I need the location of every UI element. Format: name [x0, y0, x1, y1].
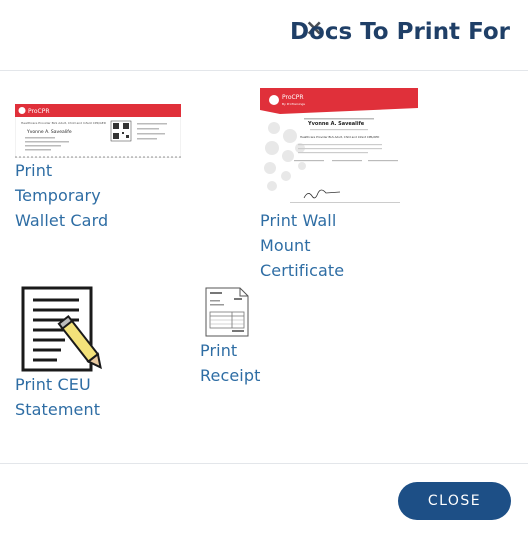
print-wallet-card-link[interactable]: Print Temporary Wallet Card [15, 158, 125, 233]
wall-thumb-name: Yvonne A. Savealife [307, 121, 365, 127]
wallet-card-item: ProCPR Healthcare Provider BLS Adult, Ch… [15, 104, 181, 233]
wallet-thumb-name: Yvonne A. Savealife [26, 129, 72, 135]
wallet-thumb-brand: ProCPR [28, 108, 50, 115]
receipt-icon[interactable] [204, 286, 252, 338]
wall-certificate-thumbnail[interactable]: ProCPR By ProTrainings Yvonne A. Saveali… [260, 88, 418, 208]
ceu-statement-item: Print CEU Statement [15, 286, 110, 422]
wall-thumb-course: Healthcare Provider BLS Adult, Child and… [300, 135, 379, 139]
wall-thumb-brand: ProCPR [282, 94, 304, 101]
modal-title: Docs To Print For [289, 19, 510, 45]
print-wall-certificate-link[interactable]: Print Wall Mount Certificate [260, 208, 360, 283]
print-receipt-link[interactable]: Print Receipt [200, 338, 270, 388]
wall-thumb-sub: By ProTrainings [282, 102, 305, 106]
print-ceu-statement-link[interactable]: Print CEU Statement [15, 372, 110, 422]
receipt-item: Print Receipt [200, 286, 270, 388]
modal-header: × Docs To Print For [0, 0, 528, 71]
modal-footer: CLOSE [0, 463, 528, 536]
wallet-card-thumbnail[interactable]: ProCPR Healthcare Provider BLS Adult, Ch… [15, 104, 181, 158]
wallet-thumb-course: Healthcare Provider BLS Adult, Child and… [21, 121, 107, 125]
document-pencil-icon[interactable] [21, 286, 105, 372]
wall-certificate-item: ProCPR By ProTrainings Yvonne A. Saveali… [260, 88, 418, 283]
close-button[interactable]: CLOSE [398, 482, 511, 520]
